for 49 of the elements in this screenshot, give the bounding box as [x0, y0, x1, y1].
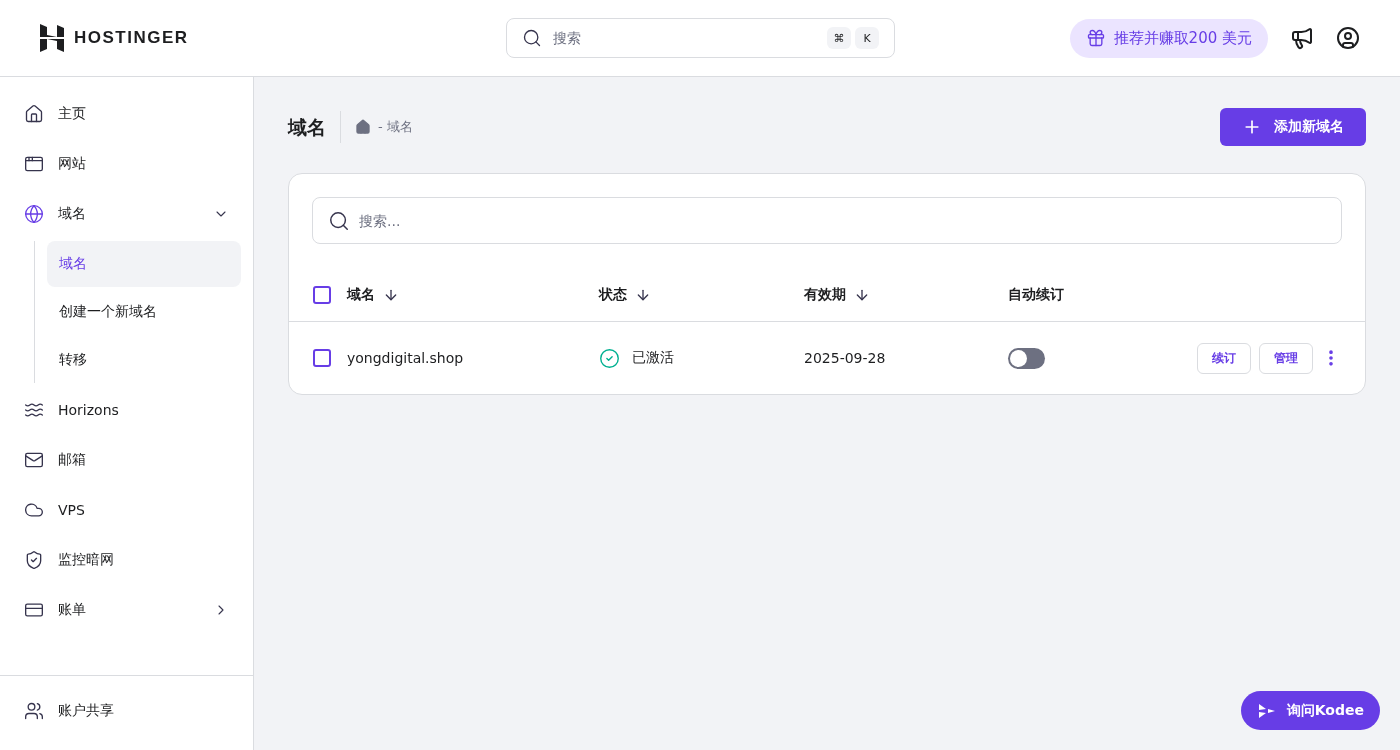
- sidebar-item[interactable]: VPS: [12, 485, 241, 535]
- auto-renew-toggle[interactable]: [1008, 347, 1045, 369]
- assistant-button[interactable]: 询问Kodee: [1240, 691, 1380, 730]
- checkbox[interactable]: [313, 285, 331, 304]
- sidebar-item[interactable]: 邮箱: [12, 435, 241, 485]
- action-button[interactable]: 续订: [1197, 342, 1251, 374]
- checkbox[interactable]: [313, 349, 331, 367]
- referral-button[interactable]: 推荐并赚取200 美元: [1069, 18, 1268, 58]
- home-icon[interactable]: [355, 119, 371, 135]
- users-icon: [24, 701, 44, 721]
- mail-icon: [24, 450, 44, 470]
- sidebar-subitem[interactable]: 转移: [47, 337, 241, 383]
- sidebar-subitem[interactable]: 创建一个新域名: [47, 289, 241, 335]
- home-icon: [24, 104, 44, 124]
- add-domain-button[interactable]: 添加新域名: [1220, 108, 1366, 146]
- column-header: 自动续订: [1008, 285, 1064, 304]
- logo-text: HOSTINGER: [74, 28, 189, 48]
- megaphone-icon: [1290, 26, 1314, 50]
- column-header: 域名: [347, 285, 375, 304]
- user-icon: [1336, 26, 1360, 50]
- page-title: 域名: [288, 111, 341, 143]
- breadcrumb: - 域名: [378, 118, 413, 136]
- check-circle-icon: [599, 347, 620, 369]
- sidebar-item[interactable]: 主页: [12, 89, 241, 139]
- sidebar-item[interactable]: 网站: [12, 139, 241, 189]
- sidebar-item[interactable]: 域名: [12, 189, 241, 239]
- shield-icon: [24, 550, 44, 570]
- sidebar-item[interactable]: Horizons: [12, 385, 241, 435]
- column-header: 状态: [599, 285, 627, 304]
- sidebar-item[interactable]: 账户共享: [12, 686, 241, 736]
- account-button[interactable]: [1336, 26, 1360, 50]
- window-icon: [24, 154, 44, 174]
- sidebar-subitem[interactable]: 域名: [47, 241, 241, 287]
- search-icon: [328, 209, 350, 232]
- shortcut-key: K: [855, 27, 879, 49]
- expiry-date: 2025-09-28: [804, 350, 886, 366]
- sidebar-item[interactable]: 账单: [12, 585, 241, 635]
- status-text: 已激活: [632, 349, 674, 367]
- search-field[interactable]: 搜索...: [312, 197, 1342, 244]
- gift-icon: [1085, 28, 1106, 48]
- sidebar-item[interactable]: 监控暗网: [12, 535, 241, 585]
- search-icon: [522, 28, 542, 48]
- domain-name: yongdigital.shop: [347, 350, 464, 366]
- shortcut-key: ⌘: [827, 27, 851, 49]
- announcement-button[interactable]: [1290, 26, 1314, 50]
- column-header: 有效期: [804, 285, 846, 304]
- action-button[interactable]: 管理: [1259, 342, 1313, 374]
- logo-icon: [40, 24, 64, 52]
- globe-icon: [24, 204, 44, 224]
